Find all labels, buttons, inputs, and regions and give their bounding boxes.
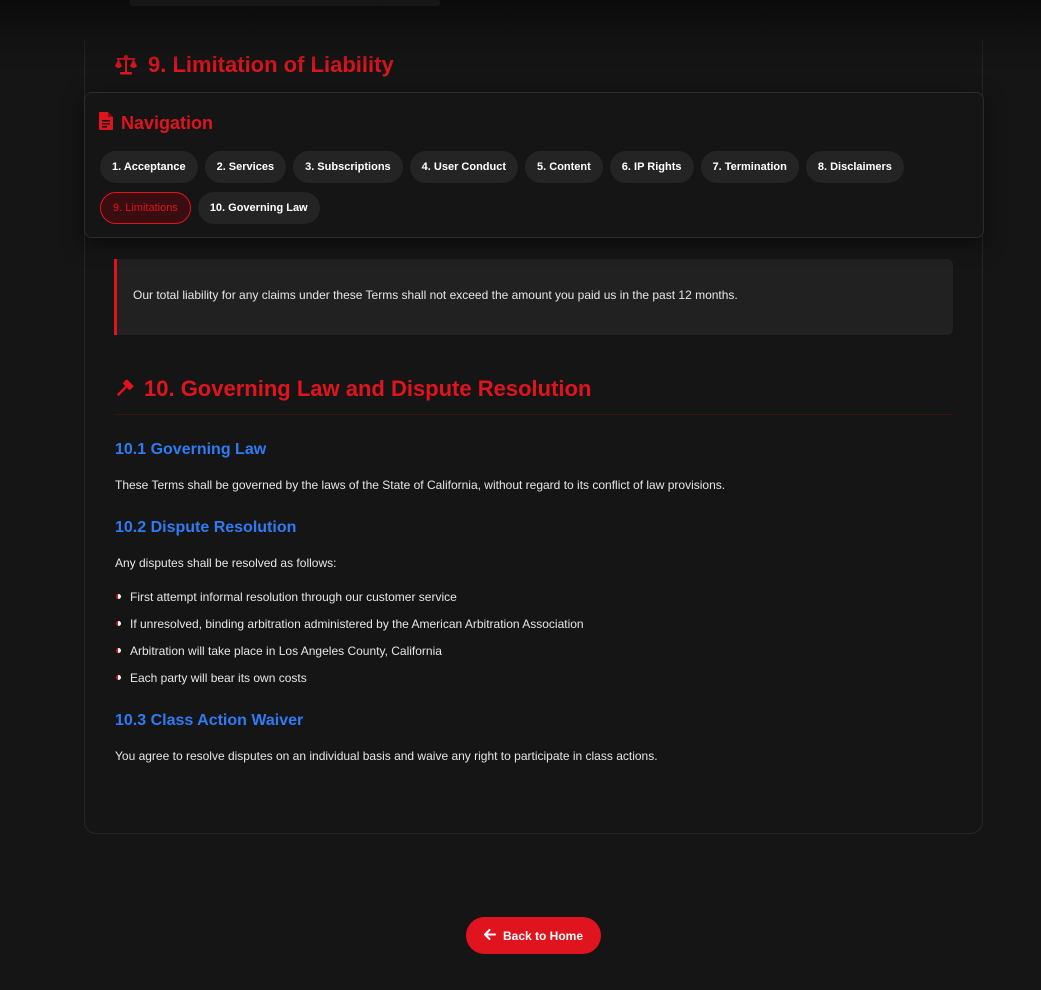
navigation-title-text: Navigation [121, 113, 214, 133]
class-action-text: You agree to resolve disputes on an indi… [115, 749, 658, 763]
document-icon [99, 112, 113, 135]
governing-law-text: These Terms shall be governed by the law… [115, 478, 726, 492]
nav-link-limitations[interactable]: 9. Limitations [100, 192, 191, 224]
nav-link-acceptance[interactable]: 1. Acceptance [100, 151, 198, 183]
nav-link-services[interactable]: 2. Services [204, 151, 287, 183]
section-10-divider [115, 414, 953, 415]
list-item-text: If unresolved, binding arbitration admin… [130, 617, 584, 631]
list-item: Arbitration will take place in Los Angel… [115, 642, 584, 669]
governing-law-heading: 10.1 Governing Law [115, 441, 267, 458]
navigation-title: Navigation [99, 112, 213, 135]
nav-link-governing-law[interactable]: 10. Governing Law [197, 192, 320, 224]
top-fade-overlay [0, 0, 1041, 70]
callout-text: Our total liability for any claims under… [133, 288, 738, 302]
section-10-title: 10. Governing Law and Dispute Resolution [144, 376, 592, 401]
nav-link-content[interactable]: 5. Content [525, 151, 603, 183]
liability-callout: Our total liability for any claims under… [114, 259, 953, 335]
navigation-links: 1. Acceptance 2. Services 3. Subscriptio… [100, 151, 970, 224]
arrow-left-icon [483, 928, 496, 943]
back-button-label: Back to Home [502, 928, 584, 943]
bullet-icon [116, 594, 121, 599]
list-item: First attempt informal resolution throug… [115, 588, 584, 615]
list-item: Each party will bear its own costs [115, 669, 584, 696]
class-action-heading: 10.3 Class Action Waiver [115, 712, 304, 729]
list-item: If unresolved, binding arbitration admin… [115, 615, 584, 642]
nav-link-termination[interactable]: 7. Termination [700, 151, 799, 183]
dispute-steps-list: First attempt informal resolution throug… [115, 588, 584, 696]
navigation-panel: Navigation 1. Acceptance 2. Services 3. … [84, 92, 984, 238]
faded-text-line [130, 0, 440, 6]
nav-link-disclaimers[interactable]: 8. Disclaimers [805, 151, 904, 183]
bullet-icon [116, 675, 121, 680]
back-to-home-button[interactable]: Back to Home [466, 917, 601, 954]
bullet-icon [116, 648, 121, 653]
dispute-resolution-heading: 10.2 Dispute Resolution [115, 519, 297, 536]
nav-link-user-conduct[interactable]: 4. User Conduct [409, 151, 519, 183]
nav-link-ip-rights[interactable]: 6. IP Rights [609, 151, 694, 183]
bullet-icon [116, 621, 121, 626]
list-item-text: Arbitration will take place in Los Angel… [130, 644, 442, 658]
list-item-text: Each party will bear its own costs [130, 671, 307, 685]
list-item-text: First attempt informal resolution throug… [130, 590, 457, 604]
nav-link-subscriptions[interactable]: 3. Subscriptions [293, 151, 403, 183]
gavel-icon [114, 379, 134, 399]
dispute-resolution-intro: Any disputes shall be resolved as follow… [115, 556, 337, 570]
section-10-heading: 10. Governing Law and Dispute Resolution [114, 376, 591, 402]
